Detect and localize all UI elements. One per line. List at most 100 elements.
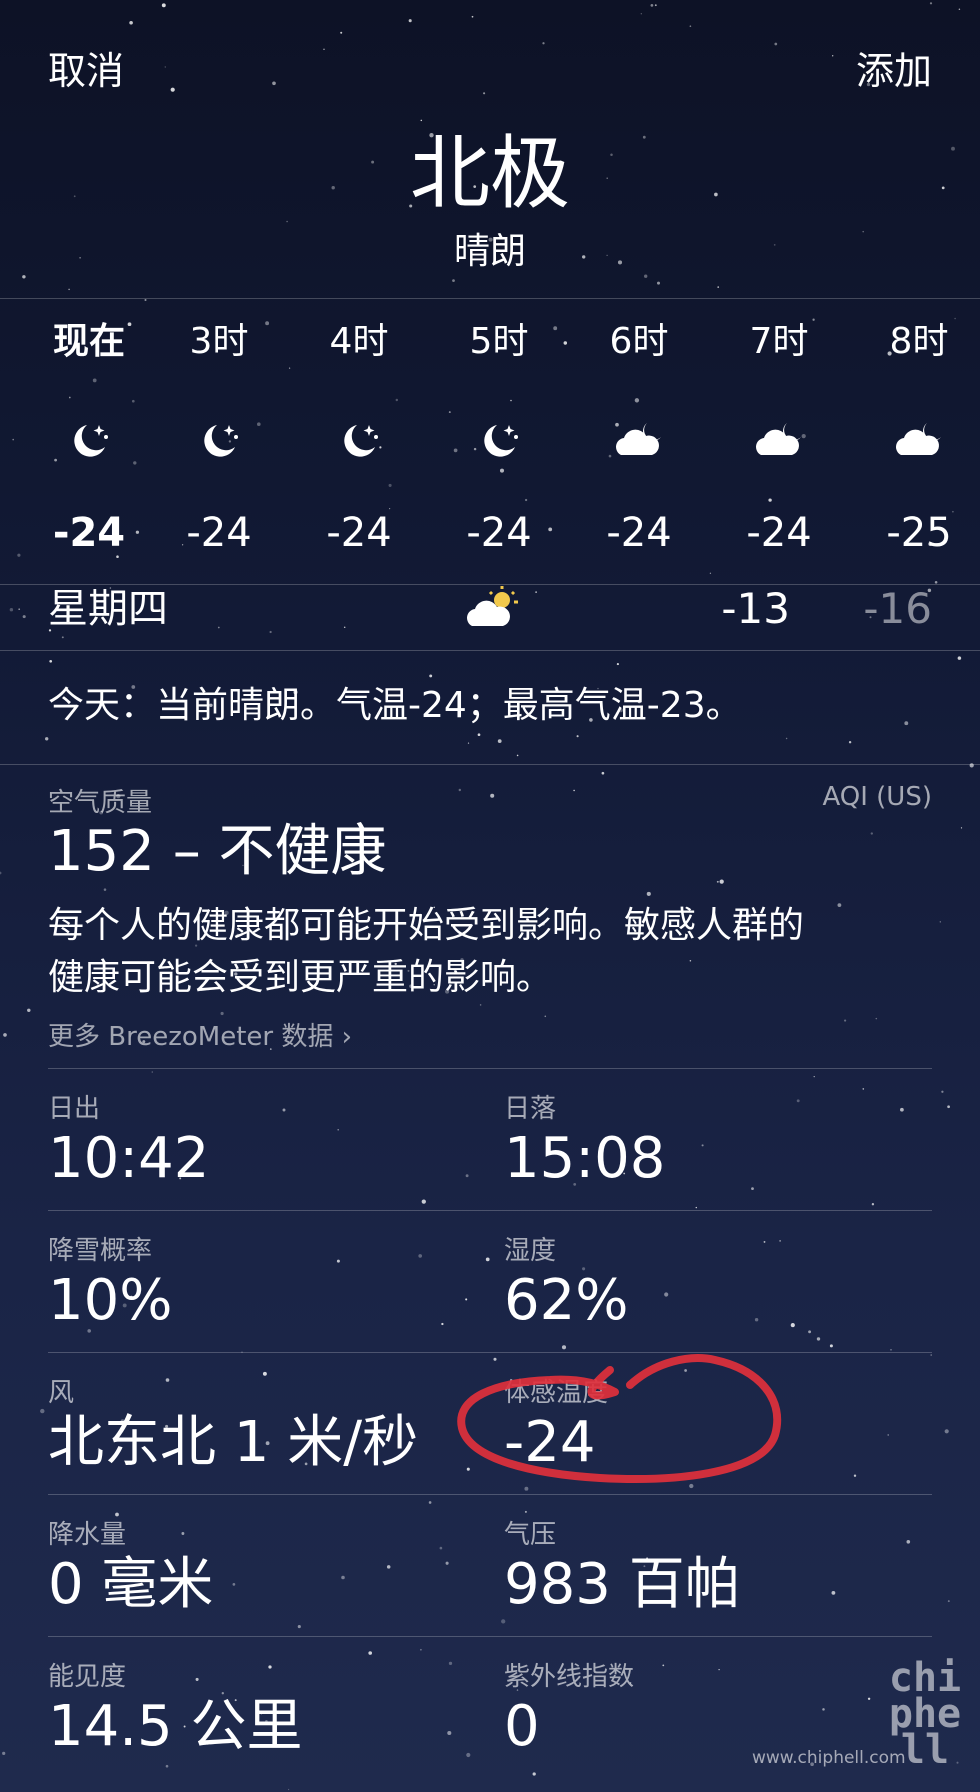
star	[532, 1772, 536, 1776]
star	[689, 25, 692, 28]
moon-stars-icon	[304, 406, 414, 476]
star	[751, 1187, 754, 1190]
hour-temp: -24	[186, 510, 252, 556]
star	[867, 1697, 871, 1701]
star	[477, 733, 481, 737]
star	[930, 1354, 932, 1356]
daily-low: -16	[863, 584, 932, 633]
star	[195, 1677, 199, 1681]
divider	[48, 1636, 932, 1637]
star	[662, 1664, 665, 1667]
star	[386, 1565, 391, 1569]
star	[323, 48, 325, 50]
star	[428, 1501, 432, 1504]
star	[452, 279, 455, 282]
star	[808, 1330, 812, 1334]
more-breezometer-link[interactable]: 更多 BreezoMeter 数据 ›	[48, 1016, 352, 1053]
hour-temp: -24	[466, 510, 532, 556]
star	[408, 19, 412, 23]
hourly-item: 6时 -24	[584, 318, 694, 558]
star	[297, 1625, 301, 1629]
star	[664, 1292, 669, 1297]
hourly-item: 4时 -24	[304, 318, 414, 558]
cloudy-night-icon	[584, 406, 694, 476]
star	[268, 1665, 272, 1669]
star	[337, 1129, 339, 1131]
star	[906, 1540, 911, 1544]
star	[941, 1090, 944, 1093]
star	[497, 739, 502, 743]
location-title: 北极	[410, 127, 570, 220]
star	[718, 1668, 720, 1671]
add-button[interactable]: 添加	[856, 40, 932, 95]
moon-stars-icon	[34, 406, 144, 476]
star	[421, 1199, 426, 1204]
star	[947, 1105, 950, 1109]
star	[646, 891, 651, 896]
more-link-label: 更多 BreezoMeter 数据	[48, 1022, 334, 1052]
star	[161, 3, 166, 8]
hourly-item-now: 现在 -24	[34, 318, 144, 558]
star	[465, 1174, 469, 1178]
partly-sunny-icon	[462, 584, 526, 636]
star	[650, 4, 654, 7]
divider	[0, 298, 980, 299]
star	[368, 1651, 373, 1655]
detail-value-visibility: 14.5 公里	[48, 1694, 303, 1759]
star	[40, 1408, 45, 1414]
star	[870, 832, 873, 835]
detail-label-visibility: 能见度	[48, 1662, 127, 1692]
air-quality-title: 空气质量	[48, 788, 153, 818]
star	[716, 880, 719, 883]
star	[129, 21, 133, 25]
star	[2, 1751, 6, 1755]
hour-label: 7时	[749, 321, 809, 362]
star	[695, 1206, 697, 1209]
star	[657, 281, 660, 285]
star	[939, 921, 941, 923]
star	[837, 903, 842, 907]
star	[544, 1015, 547, 1018]
detail-value-humidity: 62%	[504, 1268, 629, 1333]
star	[719, 879, 724, 884]
star	[164, 66, 167, 68]
detail-value-uv-index: 0	[504, 1694, 540, 1759]
current-condition: 晴朗	[453, 231, 526, 272]
hour-label: 3时	[189, 321, 249, 362]
cloudy-night-icon	[724, 406, 834, 476]
today-summary: 今天：当前晴朗。气温-24；最高气温-23。	[48, 685, 742, 726]
star	[272, 81, 276, 86]
star	[947, 1600, 950, 1603]
star	[754, 1317, 759, 1322]
star	[689, 960, 692, 962]
star	[479, 1004, 482, 1006]
star	[232, 1583, 236, 1586]
hour-label: 8时	[889, 321, 949, 362]
star	[875, 1017, 878, 1020]
hourly-forecast[interactable]: 现在 -24 3时 -24 4时 -24 5时 -24 6时 -24 7时 -2…	[0, 318, 980, 568]
red-annotation-circle	[457, 1354, 782, 1483]
star	[958, 8, 961, 10]
star	[790, 1323, 795, 1328]
star	[282, 1108, 286, 1112]
star	[144, 298, 147, 302]
detail-label-precipitation: 降水量	[48, 1520, 127, 1550]
star	[785, 737, 788, 740]
star	[420, 119, 423, 122]
star	[862, 1088, 865, 1090]
detail-value-pressure: 983 百帕	[504, 1552, 741, 1617]
star	[441, 1322, 444, 1326]
star	[165, 1378, 170, 1382]
star	[501, 1619, 506, 1624]
cancel-button[interactable]: 取消	[48, 40, 124, 95]
daily-forecast-row[interactable]: 星期四 -13 -16	[0, 584, 980, 648]
detail-label-humidity: 湿度	[504, 1236, 557, 1266]
star	[616, 663, 619, 666]
star	[170, 87, 175, 92]
day-label: 星期四	[48, 586, 168, 632]
hourly-item: 8时 -25	[864, 318, 974, 558]
star	[465, 1298, 468, 1301]
star	[22, 275, 26, 279]
star	[796, 1099, 800, 1103]
star	[822, 1708, 825, 1711]
